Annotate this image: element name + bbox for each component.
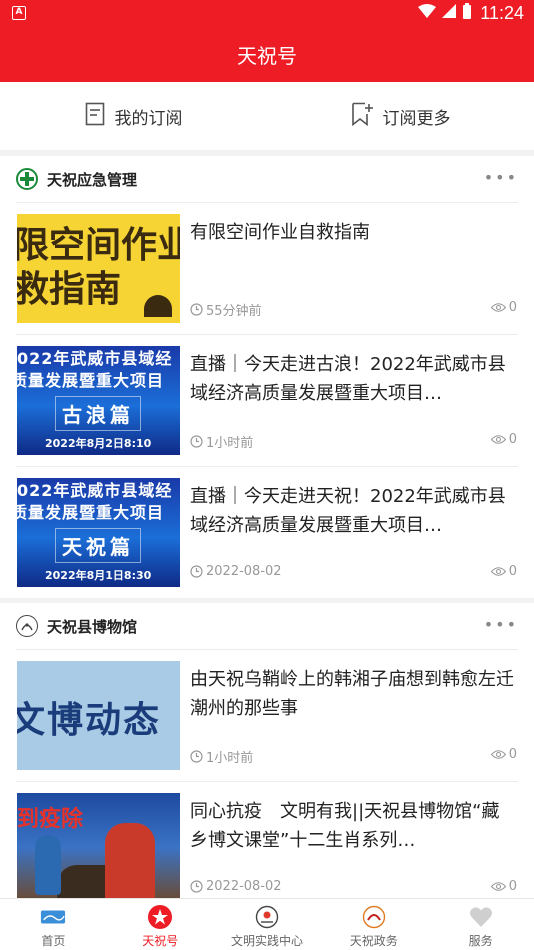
article-title: 直播｜今天走进古浪！2022年武威市县域经济高质量发展暨重大项目… (190, 354, 506, 404)
article-title: 直播｜今天走进天祝！2022年武威市县域经济高质量发展暨重大项目… (190, 486, 506, 536)
thumbnail-text: 限空间作业 (17, 225, 180, 266)
eye-icon (490, 303, 506, 312)
view-count: 0 (490, 564, 517, 579)
bottom-nav: 首页 天祝号 文明实践中心 天祝政务 服务 (0, 898, 534, 950)
thumbnail-text: 天祝篇 (55, 528, 141, 563)
clock-icon (190, 303, 203, 316)
subscription-list-icon (85, 102, 105, 131)
eye-icon (490, 750, 506, 759)
status-time: 11:24 (480, 2, 524, 23)
article-time: 2022-08-02 (190, 879, 282, 894)
tab-my-subscriptions-label: 我的订阅 (114, 108, 183, 129)
thumbnail-text: 质量发展暨重大项目 (17, 503, 165, 522)
more-options-icon[interactable]: ••• (484, 168, 518, 187)
article-time: 1小时前 (190, 747, 253, 766)
nav-home[interactable]: 首页 (0, 899, 107, 950)
tab-subscribe-more[interactable]: 订阅更多 (267, 82, 534, 150)
nav-civilization-center[interactable]: 文明实践中心 (214, 899, 321, 950)
emergency-logo-icon (16, 168, 38, 190)
section-name: 天祝应急管理 (47, 170, 138, 189)
article-thumbnail: 限空间作业 救指南 (17, 214, 180, 323)
subscription-tabs: 我的订阅 订阅更多 (0, 82, 534, 150)
article-time: 1小时前 (190, 432, 253, 451)
article-time: 2022-08-02 (190, 564, 282, 579)
tab-my-subscriptions[interactable]: 我的订阅 (0, 82, 267, 150)
list-item[interactable]: 到疫除 同心抗疫 文明有我||天祝县博物馆“藏乡博文课堂”十二生肖系列… 202… (0, 781, 534, 913)
wifi-icon (418, 3, 437, 23)
section-name: 天祝县博物馆 (47, 617, 138, 636)
bookmark-add-icon (351, 102, 373, 131)
divider (16, 334, 518, 335)
divider (16, 781, 518, 782)
clock-icon (190, 435, 203, 448)
thumbnail-text: 2022年8月1日8:30 (45, 569, 152, 582)
thumbnail-text: 022年武威市县域经 (17, 349, 173, 368)
signal-icon (442, 3, 457, 23)
thumbnail-text: 2022年8月2日8:10 (45, 437, 152, 450)
status-bar: A 11:24 (0, 0, 534, 26)
worker-figure (144, 295, 172, 317)
thumbnail-text: 到疫除 (17, 807, 84, 832)
divider (16, 466, 518, 467)
article-thumbnail: 022年武威市县域经 质量发展暨重大项目 古浪篇 2022年8月2日8:10 (17, 346, 180, 455)
gov-icon (361, 905, 387, 929)
star-badge-icon (147, 905, 173, 929)
article-thumbnail: 到疫除 (17, 793, 180, 902)
thumbnail-text: 文博动态 (17, 700, 162, 741)
thumbnail-text: 救指南 (17, 269, 122, 310)
thumbnail-text: 古浪篇 (55, 396, 141, 431)
home-icon (40, 905, 66, 929)
person-figure (105, 823, 155, 902)
list-item[interactable]: 022年武威市县域经 质量发展暨重大项目 天祝篇 2022年8月1日8:30 直… (0, 466, 534, 598)
nav-tianzhu-hao[interactable]: 天祝号 (107, 899, 214, 950)
tab-subscribe-more-label: 订阅更多 (382, 108, 451, 129)
view-count: 0 (490, 300, 517, 315)
thumbnail-text: 质量发展暨重大项目 (17, 371, 165, 390)
museum-logo-icon (16, 615, 38, 637)
list-item[interactable]: 限空间作业 救指南 有限空间作业自救指南 55分钟前 0 (0, 202, 534, 334)
section-header-emergency[interactable]: 天祝应急管理 ••• (0, 156, 534, 202)
page-title: 天祝号 (237, 43, 297, 68)
list-item[interactable]: 022年武威市县域经 质量发展暨重大项目 古浪篇 2022年8月2日8:10 直… (0, 334, 534, 466)
app-header: A 11:24 天祝号 (0, 0, 534, 82)
emblem-icon (254, 905, 280, 929)
divider (16, 649, 518, 650)
article-thumbnail: 文博动态 (17, 661, 180, 770)
heart-icon (468, 905, 494, 929)
more-options-icon[interactable]: ••• (484, 615, 518, 634)
nav-government[interactable]: 天祝政务 (320, 899, 427, 950)
article-time: 55分钟前 (190, 300, 262, 319)
divider (16, 202, 518, 203)
article-title: 同心抗疫 文明有我||天祝县博物馆“藏乡博文课堂”十二生肖系列… (190, 801, 500, 851)
section-header-museum[interactable]: 天祝县博物馆 ••• (0, 603, 534, 649)
eye-icon (490, 882, 506, 891)
article-title: 有限空间作业自救指南 (190, 222, 370, 243)
clock-icon (190, 880, 203, 893)
battery-icon (462, 2, 472, 24)
clock-icon (190, 565, 203, 578)
view-count: 0 (490, 747, 517, 762)
nav-services[interactable]: 服务 (427, 899, 534, 950)
notification-app-icon: A (12, 6, 26, 20)
clock-icon (190, 750, 203, 763)
person-figure (35, 835, 61, 895)
article-thumbnail: 022年武威市县域经 质量发展暨重大项目 天祝篇 2022年8月1日8:30 (17, 478, 180, 587)
thumbnail-text: 022年武威市县域经 (17, 481, 173, 500)
list-item[interactable]: 文博动态 由天祝乌鞘岭上的韩湘子庙想到韩愈左迁潮州的那些事 1小时前 0 (0, 649, 534, 781)
eye-icon (490, 567, 506, 576)
view-count: 0 (490, 879, 517, 894)
eye-icon (490, 435, 506, 444)
view-count: 0 (490, 432, 517, 447)
article-title: 由天祝乌鞘岭上的韩湘子庙想到韩愈左迁潮州的那些事 (190, 669, 514, 719)
